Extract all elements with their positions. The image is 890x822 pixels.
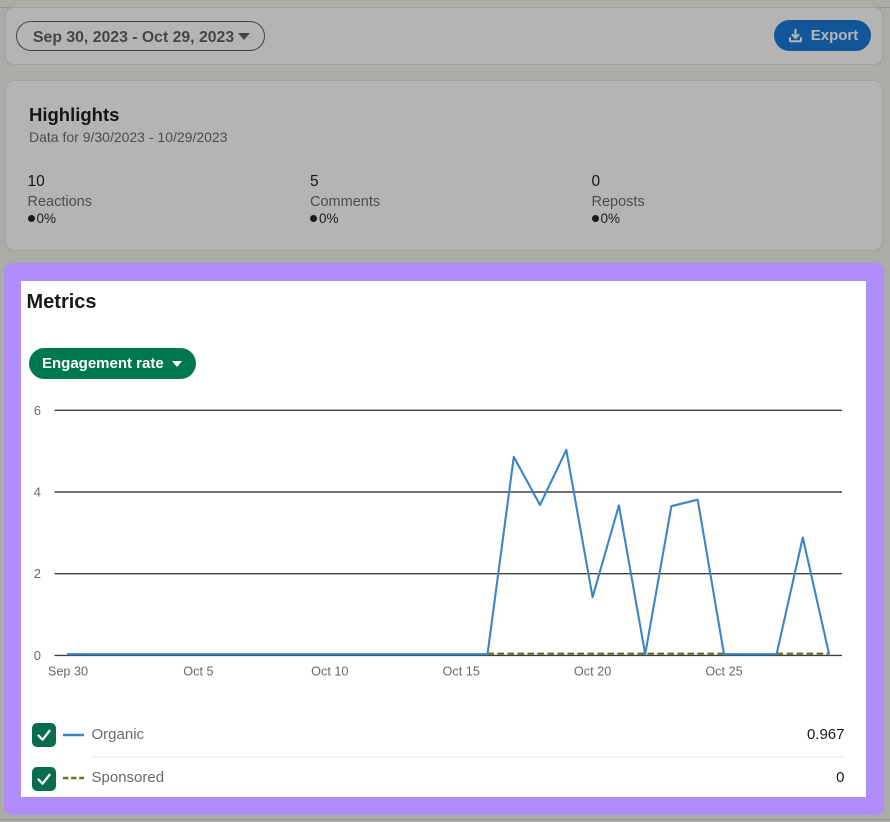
svg-text:Oct 20: Oct 20 (574, 665, 611, 679)
svg-text:Oct 25: Oct 25 (705, 665, 742, 679)
svg-text:Oct 5: Oct 5 (183, 665, 213, 679)
svg-text:0: 0 (34, 648, 41, 663)
svg-text:Sep 30: Sep 30 (48, 665, 88, 679)
svg-text:6: 6 (34, 403, 41, 418)
svg-text:Oct 10: Oct 10 (311, 665, 348, 679)
svg-text:4: 4 (34, 485, 41, 500)
svg-text:2: 2 (34, 566, 41, 581)
svg-text:Oct 15: Oct 15 (443, 665, 480, 679)
